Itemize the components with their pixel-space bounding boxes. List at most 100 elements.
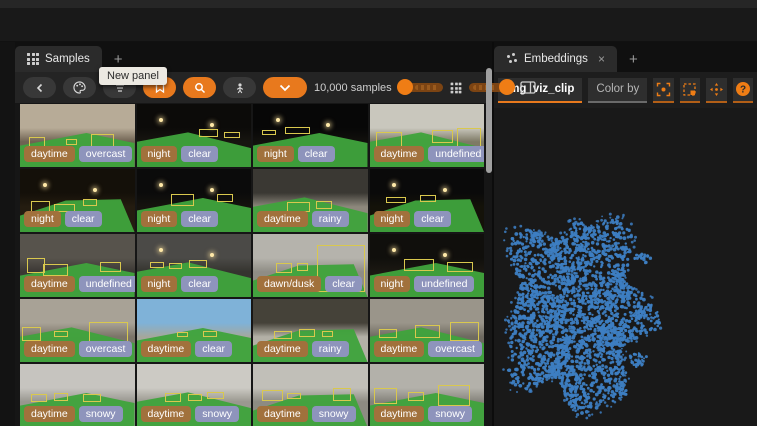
detection-bbox bbox=[224, 132, 240, 138]
sample-thumbnail[interactable]: daytimesnowy bbox=[370, 364, 485, 426]
detection-bbox bbox=[287, 393, 301, 399]
street-light bbox=[210, 123, 214, 127]
detection-bbox bbox=[299, 329, 315, 337]
pan-icon bbox=[709, 82, 724, 97]
slider-track bbox=[415, 85, 439, 90]
tag-row: daytimesnowy bbox=[24, 406, 123, 422]
detection-bbox bbox=[415, 325, 440, 338]
tag-row: dawn/duskclear bbox=[257, 276, 362, 292]
lasso-select-button[interactable] bbox=[680, 78, 700, 103]
window-top-strip bbox=[0, 0, 757, 8]
expand-actions-button[interactable] bbox=[263, 77, 307, 98]
weather-tag: undefined bbox=[428, 146, 484, 162]
color-settings-button[interactable] bbox=[63, 77, 96, 98]
sample-thumbnail[interactable]: daytimesnowy bbox=[20, 364, 135, 426]
add-panel-button-right[interactable]: + bbox=[617, 51, 650, 72]
slider-knob[interactable] bbox=[397, 79, 413, 95]
sample-thumbnail[interactable]: daytimeovercast bbox=[20, 104, 135, 167]
sample-thumbnail[interactable]: daytimesnowy bbox=[137, 364, 252, 426]
sample-thumbnail[interactable]: daytimeclear bbox=[137, 299, 252, 362]
detection-bbox bbox=[333, 388, 351, 401]
sample-thumbnail[interactable]: nightclear bbox=[137, 169, 252, 232]
sample-thumbnail[interactable]: daytimeundefined bbox=[20, 234, 135, 297]
search-button[interactable] bbox=[183, 77, 216, 98]
back-button[interactable] bbox=[23, 77, 56, 98]
app-header bbox=[0, 8, 757, 42]
detection-bbox bbox=[169, 263, 183, 269]
street-light bbox=[392, 183, 396, 187]
tag-row: daytimeundefined bbox=[24, 276, 135, 292]
slider-knob[interactable] bbox=[499, 79, 515, 95]
weather-tag: rainy bbox=[312, 211, 349, 227]
sample-thumbnail[interactable]: nightclear bbox=[20, 169, 135, 232]
main-area: Samples + bbox=[0, 42, 757, 426]
sample-thumbnail[interactable]: daytimeundefined bbox=[370, 104, 485, 167]
pan-button[interactable] bbox=[706, 78, 726, 103]
sample-thumbnail[interactable]: dawn/duskclear bbox=[253, 234, 368, 297]
sample-thumbnail[interactable]: daytimerainy bbox=[253, 169, 368, 232]
detection-bbox bbox=[386, 197, 407, 203]
weather-tag: overcast bbox=[428, 341, 482, 357]
tag-row: nightundefined bbox=[374, 276, 475, 292]
detection-bbox bbox=[189, 260, 207, 268]
detection-bbox bbox=[379, 329, 397, 338]
street-light bbox=[93, 188, 97, 192]
tab-embeddings[interactable]: Embeddings × bbox=[494, 46, 617, 72]
tag-row: nightclear bbox=[374, 211, 452, 227]
embeddings-plot[interactable] bbox=[494, 108, 757, 426]
tag-row: daytimeovercast bbox=[24, 341, 132, 357]
search-icon bbox=[194, 82, 206, 94]
sample-thumbnail[interactable]: nightundefined bbox=[370, 234, 485, 297]
scene-tag: night bbox=[141, 276, 178, 292]
detection-bbox bbox=[54, 393, 68, 401]
weather-tag: clear bbox=[298, 146, 335, 162]
crop-to-content-button[interactable] bbox=[653, 78, 673, 103]
tag-row: nightclear bbox=[141, 211, 219, 227]
tag-row: daytimerainy bbox=[257, 211, 349, 227]
group-by-button[interactable] bbox=[223, 77, 256, 98]
samples-scrollbar-thumb[interactable] bbox=[486, 68, 492, 173]
sample-thumbnail[interactable]: nightclear bbox=[137, 104, 252, 167]
sample-thumbnail[interactable]: nightclear bbox=[137, 234, 252, 297]
detection-bbox bbox=[408, 392, 424, 401]
sample-thumbnail[interactable]: nightclear bbox=[370, 169, 485, 232]
scene-tag: night bbox=[24, 211, 61, 227]
grid-zoom-slider[interactable] bbox=[399, 83, 443, 92]
tab-samples[interactable]: Samples bbox=[15, 46, 102, 72]
detection-bbox bbox=[83, 394, 101, 402]
toggle-sidebar-icon[interactable] bbox=[520, 81, 536, 94]
scene-tag: daytime bbox=[141, 406, 192, 422]
sample-thumbnail[interactable]: nightclear bbox=[253, 104, 368, 167]
detection-bbox bbox=[89, 322, 128, 343]
samples-grid: daytimeovercastnightclearnightcleardayti… bbox=[20, 104, 484, 426]
tag-row: nightclear bbox=[141, 276, 219, 292]
detection-bbox bbox=[177, 332, 188, 337]
detection-bbox bbox=[207, 392, 223, 400]
detection-bbox bbox=[165, 393, 181, 402]
samples-toolbar: 10,000 samples bbox=[15, 72, 492, 103]
street-light bbox=[159, 183, 163, 187]
close-tab-icon[interactable]: × bbox=[598, 52, 605, 66]
embeddings-scatter[interactable] bbox=[494, 108, 757, 424]
street-light bbox=[276, 118, 280, 122]
sample-thumbnail[interactable]: daytimesnowy bbox=[253, 364, 368, 426]
sample-thumbnail[interactable]: daytimeovercast bbox=[370, 299, 485, 362]
detection-bbox bbox=[316, 201, 332, 210]
scene-tag: night bbox=[374, 211, 411, 227]
color-by-dropdown[interactable]: Color by bbox=[588, 78, 647, 103]
help-button[interactable]: ? bbox=[733, 78, 753, 103]
sample-thumbnail[interactable]: daytimerainy bbox=[253, 299, 368, 362]
detection-bbox bbox=[54, 331, 68, 337]
tag-row: nightclear bbox=[257, 146, 335, 162]
street-light bbox=[159, 118, 163, 122]
street-light bbox=[43, 183, 47, 187]
weather-tag: rainy bbox=[312, 341, 349, 357]
detection-bbox bbox=[374, 388, 397, 404]
embeddings-tabbar: Embeddings × + bbox=[494, 42, 757, 72]
detection-bbox bbox=[432, 130, 453, 143]
palette-icon bbox=[73, 81, 86, 94]
scene-tag: daytime bbox=[24, 406, 75, 422]
detection-bbox bbox=[217, 194, 233, 202]
samples-grid-wrap: daytimeovercastnightclearnightcleardayti… bbox=[15, 103, 492, 426]
sample-thumbnail[interactable]: daytimeovercast bbox=[20, 299, 135, 362]
